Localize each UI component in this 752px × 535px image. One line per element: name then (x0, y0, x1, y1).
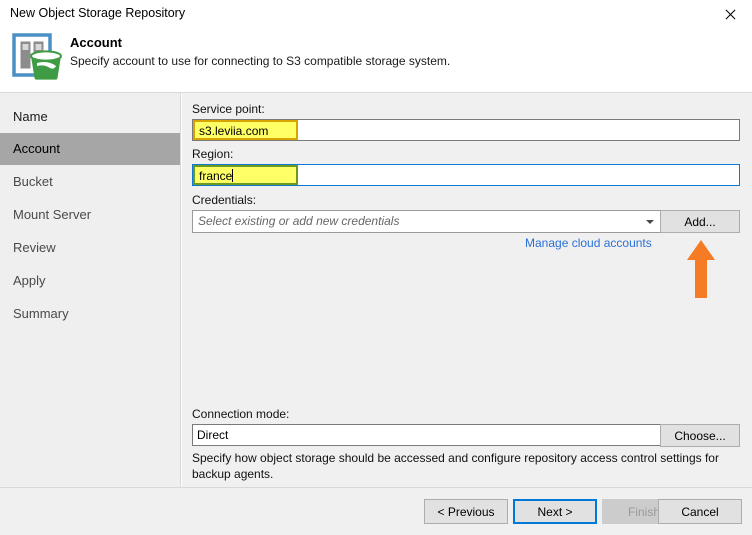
object-storage-repository-icon (9, 30, 63, 84)
manage-cloud-accounts-link[interactable]: Manage cloud accounts (525, 236, 652, 250)
wizard-header: Account Specify account to use for conne… (0, 28, 752, 93)
dialog-footer: < Previous Next > Finish Cancel (0, 487, 752, 535)
sidebar-item-name[interactable]: Name (0, 101, 180, 133)
region-value-wrap: france (193, 165, 298, 185)
text-caret (232, 169, 234, 182)
page-title: Account (70, 35, 122, 50)
arrow-up-icon (686, 240, 716, 298)
account-form-pane: Service point: s3.leviia.com Region: fra… (182, 93, 752, 487)
page-subtitle: Specify account to use for connecting to… (70, 54, 451, 68)
cancel-button[interactable]: Cancel (658, 499, 742, 524)
credentials-placeholder: Select existing or add new credentials (198, 214, 400, 228)
close-button[interactable] (706, 0, 752, 28)
sidebar-item-account[interactable]: Account (0, 133, 180, 165)
previous-button[interactable]: < Previous (424, 499, 508, 524)
connection-mode-label: Connection mode: (192, 407, 290, 421)
new-object-storage-repository-dialog: New Object Storage Repository Account Sp… (0, 0, 752, 535)
connection-mode-hint: Specify how object storage should be acc… (192, 451, 719, 481)
connection-mode-input[interactable]: Direct (192, 424, 662, 446)
window-title: New Object Storage Repository (10, 6, 186, 20)
service-point-label: Service point: (192, 102, 265, 116)
add-credentials-button[interactable]: Add... (660, 210, 740, 233)
sidebar-item-apply[interactable]: Apply (0, 265, 180, 297)
next-button[interactable]: Next > (513, 499, 597, 524)
choose-connection-mode-button[interactable]: Choose... (660, 424, 740, 447)
region-value: france (199, 169, 233, 183)
title-bar: New Object Storage Repository (0, 0, 752, 28)
service-point-value: s3.leviia.com (193, 120, 298, 140)
credentials-select[interactable]: Select existing or add new credentials (192, 210, 662, 233)
sidebar-item-review[interactable]: Review (0, 232, 180, 264)
sidebar-item-bucket[interactable]: Bucket (0, 166, 180, 198)
sidebar-item-summary[interactable]: Summary (0, 298, 180, 330)
close-icon (724, 9, 735, 20)
chevron-down-icon (646, 220, 654, 224)
sidebar-item-mount-server[interactable]: Mount Server (0, 199, 180, 231)
wizard-steps-sidebar: Name Account Bucket Mount Server Review … (0, 93, 181, 487)
credentials-label: Credentials: (192, 193, 257, 207)
region-label: Region: (192, 147, 234, 161)
